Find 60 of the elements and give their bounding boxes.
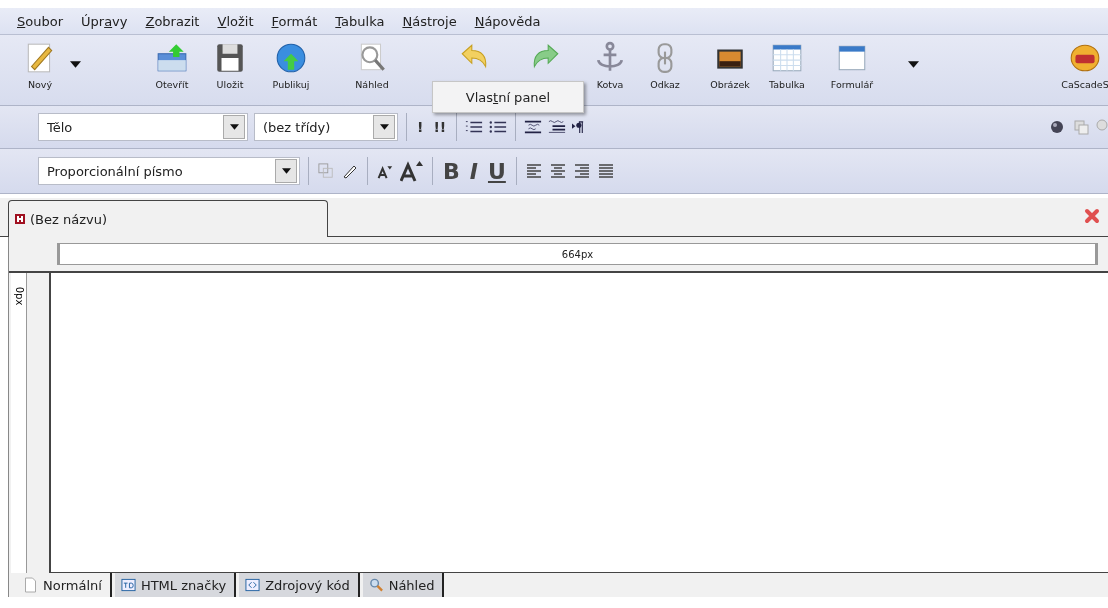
document-icon [15, 214, 25, 224]
font-larger-icon[interactable] [400, 160, 424, 182]
dropdown-arrow-icon[interactable] [908, 61, 919, 68]
menu-item[interactable]: Nástroje [393, 13, 466, 29]
height-ruler: 0px [11, 273, 27, 573]
menu-item[interactable]: Soubor [8, 13, 72, 29]
pencil-icon[interactable] [341, 163, 359, 179]
menu-item[interactable]: Formát [262, 13, 327, 29]
align-right-icon[interactable] [572, 163, 591, 179]
toolbar-button[interactable]: Kotva [585, 35, 635, 90]
menu-item[interactable]: Tabulka [326, 13, 394, 29]
context-menu-item[interactable]: Vlastní panel [465, 89, 551, 105]
dropdown-arrow-icon[interactable] [70, 61, 81, 68]
toolbar-button[interactable]: Nový [15, 35, 65, 90]
menu-item[interactable]: Vložit [208, 13, 263, 29]
caret-icon [379, 124, 389, 130]
bullet-list-icon[interactable] [489, 119, 508, 135]
close-icon[interactable] [1084, 208, 1100, 224]
code-brackets-icon [245, 577, 261, 593]
globe-icon [274, 41, 308, 75]
toolbar-button[interactable]: Obrázek [705, 35, 755, 90]
magnifier-icon [368, 577, 384, 593]
toolbar-button[interactable]: Otevřít [147, 35, 197, 90]
tag-icon [120, 577, 136, 593]
emphasis-button[interactable]: !! [431, 119, 449, 135]
font-smaller-icon[interactable] [376, 163, 394, 179]
paragraph-select[interactable]: Tělo [38, 113, 248, 141]
toolbar-button[interactable]: Publikuj [266, 35, 316, 90]
width-ruler: 664px [57, 243, 1098, 265]
toolbar-button[interactable]: Odkaz [640, 35, 690, 90]
align-center-icon[interactable] [548, 163, 567, 179]
globe-icon[interactable] [1048, 119, 1066, 135]
view-tab[interactable]: HTML značky [114, 573, 237, 597]
menu-item[interactable]: Nápověda [465, 13, 550, 29]
pilcrow-icon[interactable] [572, 119, 585, 135]
menu-item[interactable]: Úpravy [72, 13, 137, 29]
caret-icon [229, 124, 239, 130]
menu-item[interactable]: Zobrazit [136, 13, 209, 29]
justify-icon[interactable] [596, 163, 615, 179]
outdent-icon[interactable] [524, 119, 543, 135]
toolbar-button[interactable]: Tabulka [762, 35, 812, 90]
toolbar-button[interactable]: CaScadeS [1060, 35, 1108, 90]
document-tab[interactable]: (Bez názvu) [8, 200, 328, 237]
numbered-list-icon[interactable] [465, 119, 484, 135]
align-left-icon[interactable] [524, 163, 543, 179]
text-style-button[interactable]: I [467, 158, 480, 184]
emphasis-button[interactable]: ! [415, 119, 426, 135]
caret-icon [281, 168, 291, 174]
page-icon [23, 577, 38, 593]
font-select[interactable]: Proporcionální písmo [38, 157, 300, 185]
view-tab[interactable]: Zdrojový kód [239, 573, 360, 597]
toolbar-button[interactable]: Náhled [347, 35, 397, 90]
toolbar-button[interactable]: Formulář [827, 35, 877, 90]
view-tab[interactable]: Náhled [362, 573, 445, 597]
indent-icon[interactable] [548, 119, 567, 135]
color-squares-icon[interactable] [317, 163, 335, 179]
toolbar-button[interactable]: Uložit [205, 35, 255, 90]
text-style-button[interactable]: U [485, 158, 508, 184]
class-select[interactable]: (bez třídy) [254, 113, 398, 141]
text-style-button[interactable]: B [441, 158, 462, 184]
